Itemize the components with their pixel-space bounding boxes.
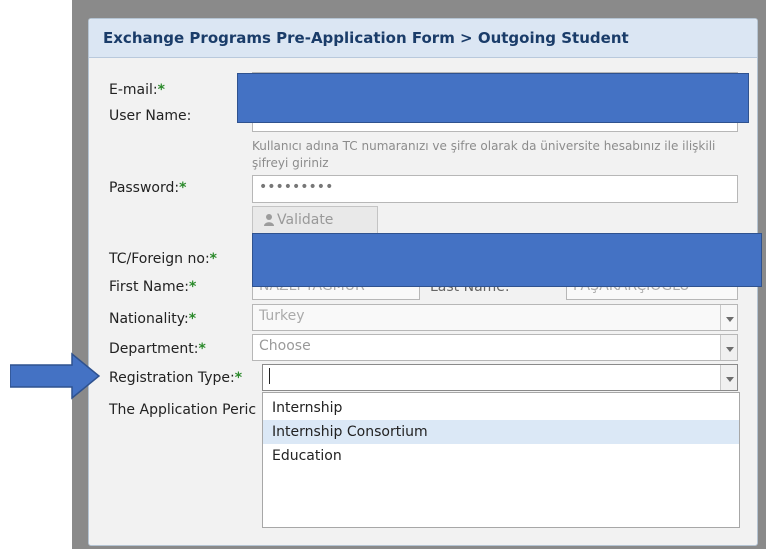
tc-foreign-no-label-text: TC/Foreign no: bbox=[109, 251, 210, 267]
dropdown-option-internship[interactable]: Internship bbox=[263, 396, 739, 420]
user-name-label: User Name: bbox=[109, 108, 192, 124]
user-icon bbox=[264, 214, 274, 226]
page-title: Exchange Programs Pre-Application Form >… bbox=[103, 29, 629, 47]
password-label-text: Password: bbox=[109, 180, 180, 196]
validate-button-label: Validate bbox=[277, 212, 334, 228]
required-mark: * bbox=[198, 341, 206, 357]
application-period-label: The Application Peric bbox=[109, 402, 257, 418]
chevron-down-icon[interactable] bbox=[720, 335, 737, 360]
password-label: Password:* bbox=[109, 180, 186, 196]
department-select[interactable]: Choose bbox=[252, 334, 738, 361]
required-mark: * bbox=[157, 82, 165, 98]
registration-type-label-text: Registration Type: bbox=[109, 370, 235, 386]
panel-header: Exchange Programs Pre-Application Form >… bbox=[89, 19, 757, 58]
required-mark: * bbox=[188, 279, 197, 295]
chevron-down-icon[interactable] bbox=[720, 365, 737, 390]
email-label-text: E-mail: bbox=[109, 82, 158, 98]
required-mark: * bbox=[234, 370, 243, 386]
department-label-text: Department: bbox=[109, 341, 199, 357]
login-hint: Kullanıcı adına TC numaranızı ve şifre o… bbox=[252, 139, 716, 170]
nationality-select[interactable]: Turkey bbox=[252, 304, 738, 331]
nationality-value: Turkey bbox=[259, 308, 305, 324]
text-cursor bbox=[269, 368, 270, 384]
nationality-label: Nationality:* bbox=[109, 311, 196, 327]
dropdown-option-education[interactable]: Education bbox=[263, 444, 739, 468]
required-mark: * bbox=[188, 311, 197, 327]
required-mark: * bbox=[179, 180, 187, 196]
chevron-down-icon[interactable] bbox=[720, 305, 737, 330]
annotation-arrow-icon bbox=[10, 352, 100, 400]
nationality-label-text: Nationality: bbox=[109, 311, 189, 327]
registration-type-label: Registration Type:* bbox=[109, 370, 242, 386]
tc-foreign-no-label: TC/Foreign no:* bbox=[109, 251, 217, 267]
registration-type-select[interactable] bbox=[262, 364, 738, 391]
validate-button[interactable]: Validate bbox=[252, 206, 378, 234]
registration-type-dropdown[interactable]: Internship Internship Consortium Educati… bbox=[262, 392, 740, 528]
redaction-box bbox=[237, 73, 749, 123]
first-name-label: First Name:* bbox=[109, 279, 196, 295]
department-label: Department:* bbox=[109, 341, 206, 357]
email-label: E-mail:* bbox=[109, 82, 165, 98]
first-name-label-text: First Name: bbox=[109, 279, 189, 295]
required-mark: * bbox=[209, 251, 217, 267]
dropdown-option-internship-consortium[interactable]: Internship Consortium bbox=[263, 420, 739, 444]
password-field[interactable]: ••••••••• bbox=[252, 175, 738, 203]
redaction-box bbox=[252, 233, 762, 287]
department-value: Choose bbox=[259, 338, 311, 354]
